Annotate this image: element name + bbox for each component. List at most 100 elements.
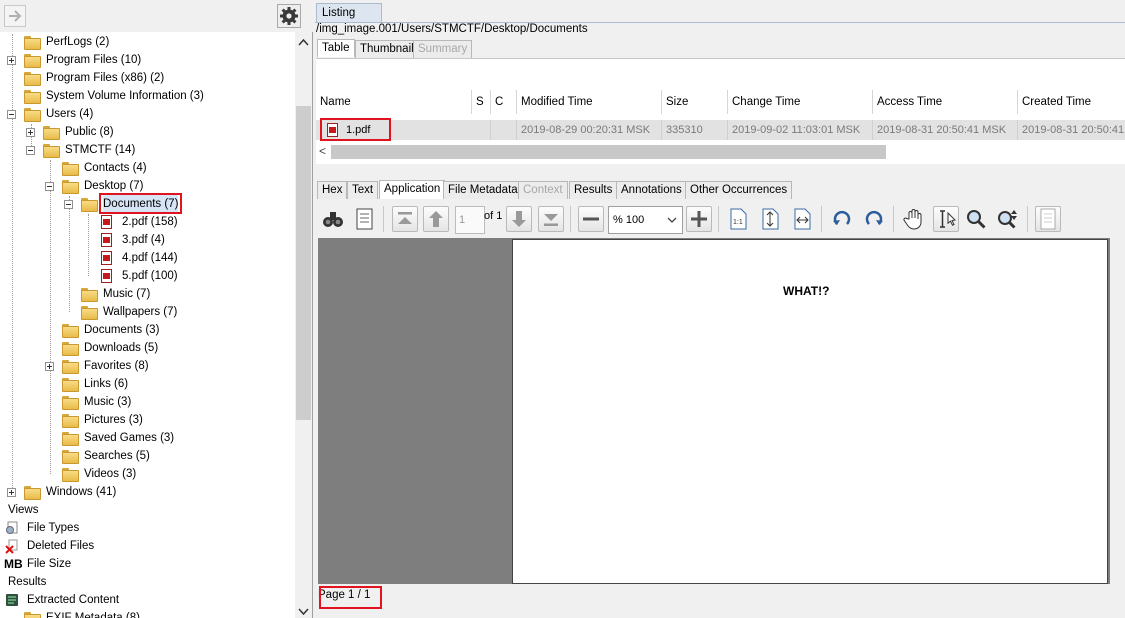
tree-item-links[interactable]: Links (6) [0, 375, 295, 393]
tree-item-system-volume[interactable]: System Volume Information (3) [0, 87, 295, 105]
chevron-up-icon[interactable] [298, 38, 309, 46]
tree-item-file-size[interactable]: MB File Size [0, 555, 295, 573]
tree-item-program-files[interactable]: Program Files (10) [0, 51, 295, 69]
tree-item-label: Documents (3) [84, 324, 160, 336]
tree-item-downloads[interactable]: Downloads (5) [0, 339, 295, 357]
column-header-s[interactable]: S [472, 90, 491, 114]
column-header-size[interactable]: Size [662, 90, 728, 114]
zoom-out-button[interactable] [578, 206, 604, 232]
tree-item-documents[interactable]: Documents (3) [0, 321, 295, 339]
settings-button[interactable] [277, 4, 301, 28]
tree-item-wallpapers[interactable]: Wallpapers (7) [0, 303, 295, 321]
scroll-left-arrow[interactable]: < [319, 144, 326, 158]
zoom-tool-button[interactable] [963, 206, 989, 232]
collapse-icon[interactable] [64, 200, 73, 209]
zoom-in-button[interactable] [686, 206, 712, 232]
tree-item-windows[interactable]: Windows (41) [0, 483, 295, 501]
tab-thumbnail[interactable]: Thumbnail [355, 40, 419, 58]
column-header-access[interactable]: Access Time [873, 90, 1018, 114]
tree-item-extracted-content[interactable]: Extracted Content [0, 591, 295, 609]
tree-item-5pdf[interactable]: 5.pdf (100) [0, 267, 295, 285]
pdf-page[interactable]: WHAT!? [512, 239, 1108, 584]
actual-size-button[interactable]: 1:1 [725, 206, 751, 232]
expand-icon[interactable] [45, 362, 54, 371]
first-page-button[interactable] [392, 206, 418, 232]
extracted-content-icon [6, 594, 18, 606]
tree-item-favorites[interactable]: Favorites (8) [0, 357, 295, 375]
column-header-name[interactable]: Name [316, 90, 472, 114]
last-page-button[interactable] [538, 206, 564, 232]
column-header-change[interactable]: Change Time [728, 90, 873, 114]
tree-item-contacts[interactable]: Contacts (4) [0, 159, 295, 177]
collapse-icon[interactable] [7, 110, 16, 119]
text-select-tool-button[interactable] [933, 206, 959, 232]
tab-annotations[interactable]: Annotations [616, 181, 687, 199]
tab-application[interactable]: Application [379, 180, 446, 199]
fit-page-button[interactable] [757, 206, 783, 232]
zoom-dynamic-button[interactable] [995, 206, 1021, 232]
tree-item-label: File Size [27, 558, 72, 570]
tree-item-file-types[interactable]: File Types [0, 519, 295, 537]
column-header-c[interactable]: C [491, 90, 517, 114]
tab-context[interactable]: Context [518, 181, 568, 199]
column-header-created[interactable]: Created Time [1018, 90, 1125, 114]
toolbar-separator [821, 206, 822, 232]
pan-tool-button[interactable] [901, 206, 927, 232]
pdf-page-text: WHAT!? [783, 284, 830, 298]
zoom-select[interactable]: % 100 [608, 206, 683, 234]
rotate-right-button[interactable] [861, 206, 887, 232]
back-button[interactable] [4, 5, 26, 27]
binoculars-icon [323, 212, 343, 227]
tree-item-searches[interactable]: Searches (5) [0, 447, 295, 465]
rotate-left-button[interactable] [829, 206, 855, 232]
chevron-down-icon[interactable] [298, 608, 309, 616]
fit-width-button[interactable] [789, 206, 815, 232]
collapse-icon[interactable] [45, 182, 54, 191]
tree-scrollbar-thumb[interactable] [296, 106, 311, 420]
tree-item-label: Wallpapers (7) [103, 306, 178, 318]
toolbar-separator [570, 206, 571, 232]
plus-icon [691, 211, 707, 227]
horizontal-scrollbar-thumb[interactable] [331, 145, 886, 159]
tab-summary[interactable]: Summary [413, 40, 473, 58]
tree-item-exif-metadata[interactable]: EXIF Metadata (8) [0, 609, 295, 618]
tab-text[interactable]: Text [347, 181, 379, 199]
tree-item-music-user[interactable]: Music (3) [0, 393, 295, 411]
tree-item-deleted-files[interactable]: Deleted Files [0, 537, 295, 555]
highlight-box [320, 118, 391, 141]
tab-other-occurrences[interactable]: Other Occurrences [685, 181, 793, 199]
tree-item-4pdf[interactable]: 4.pdf (144) [0, 249, 295, 267]
tab-table[interactable]: Table [317, 39, 355, 57]
tree-item-pictures[interactable]: Pictures (3) [0, 411, 295, 429]
column-header-modified[interactable]: Modified Time [517, 90, 662, 114]
arrow-down-icon [512, 211, 526, 227]
views-header[interactable]: Views [0, 501, 295, 519]
tab-listing[interactable]: Listing [316, 3, 382, 22]
collapse-icon[interactable] [26, 146, 35, 155]
tree-item-program-files-x86[interactable]: Program Files (x86) (2) [0, 69, 295, 87]
previous-page-button[interactable] [423, 206, 449, 232]
tree-item-videos[interactable]: Videos (3) [0, 465, 295, 483]
tree-item-music[interactable]: Music (7) [0, 285, 295, 303]
tree-item-public[interactable]: Public (8) [0, 123, 295, 141]
page-view-button[interactable] [1035, 206, 1061, 232]
expand-icon[interactable] [26, 128, 35, 137]
tab-file-metadata[interactable]: File Metadata [443, 181, 523, 199]
cell-change: 2019-09-02 11:03:01 MSK [728, 120, 873, 140]
tree-item-label: 5.pdf (100) [122, 270, 178, 282]
results-header[interactable]: Results [0, 573, 295, 591]
tab-results[interactable]: Results [569, 181, 618, 199]
tree-item-saved-games[interactable]: Saved Games (3) [0, 429, 295, 447]
page-number-input[interactable]: 1 [455, 206, 485, 234]
tree-item-3pdf[interactable]: 3.pdf (4) [0, 231, 295, 249]
expand-icon[interactable] [7, 56, 16, 65]
tree-item-perflogs[interactable]: PerfLogs (2) [0, 33, 295, 51]
expand-icon[interactable] [7, 488, 16, 497]
tree-item-2pdf[interactable]: 2.pdf (158) [0, 213, 295, 231]
tab-hex[interactable]: Hex [317, 181, 348, 199]
tree-item-stmctf[interactable]: STMCTF (14) [0, 141, 295, 159]
search-button[interactable] [320, 206, 346, 232]
next-page-button[interactable] [506, 206, 532, 232]
properties-button[interactable] [352, 206, 378, 232]
tree-item-users[interactable]: Users (4) [0, 105, 295, 123]
